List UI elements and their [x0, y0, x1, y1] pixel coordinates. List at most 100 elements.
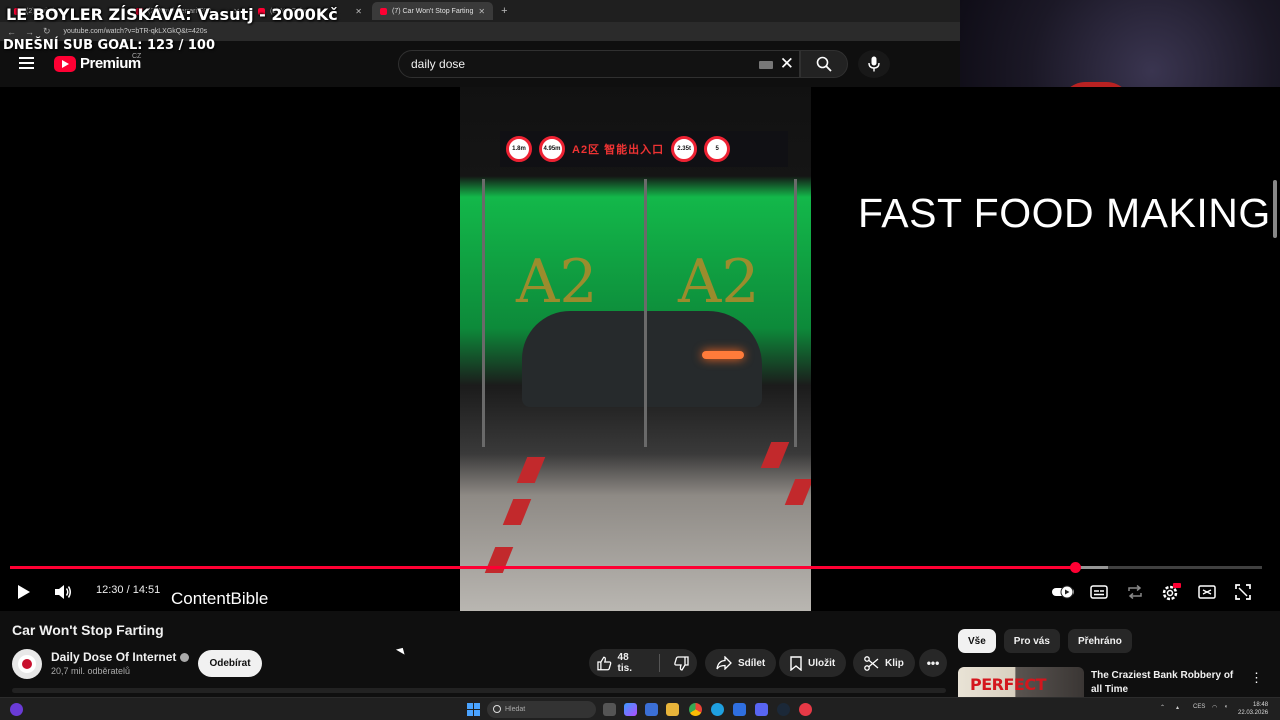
- video-frame: 1.8m 4.95m A2区 智能出入口 2.35t 5 A2 A2: [460, 87, 811, 611]
- theater-mode-button[interactable]: [1194, 581, 1220, 603]
- subscribe-button[interactable]: Odebírat: [198, 650, 262, 677]
- store-icon[interactable]: [645, 703, 658, 716]
- country-code: CZ: [132, 53, 142, 60]
- chip-all[interactable]: Vše: [958, 629, 996, 653]
- microphone-icon: [868, 56, 880, 72]
- search-button[interactable]: [800, 50, 848, 78]
- zone-label: A2: [678, 247, 760, 317]
- video-watermark: ContentBible: [171, 589, 269, 608]
- file-explorer-icon[interactable]: [666, 703, 679, 716]
- parking-sign: 1.8m 4.95m A2区 智能出入口 2.35t 5: [500, 131, 788, 167]
- like-count: 48 tis.: [617, 652, 632, 674]
- more-actions-button[interactable]: •••: [919, 649, 947, 677]
- stream-overlay-text: FAST FOOD MAKING: [858, 190, 1271, 236]
- fullscreen-icon: [1235, 584, 1251, 600]
- scissors-icon: [864, 655, 879, 671]
- chrome-icon[interactable]: [689, 703, 702, 716]
- loop-icon: [1128, 585, 1142, 599]
- share-button[interactable]: Sdílet: [705, 649, 777, 677]
- task-view-icon[interactable]: [603, 703, 616, 716]
- play-button[interactable]: [11, 581, 37, 603]
- mouse-cursor: [395, 645, 408, 655]
- close-tab-icon[interactable]: ✕: [478, 7, 485, 16]
- play-icon: [18, 585, 30, 599]
- taskbar-search[interactable]: Hledat: [487, 701, 596, 718]
- system-clock[interactable]: 18:48 22.03.2026: [1238, 701, 1268, 717]
- app-icon[interactable]: [733, 703, 746, 716]
- discord-icon[interactable]: [755, 703, 768, 716]
- autoplay-toggle[interactable]: [1049, 581, 1077, 603]
- gear-icon: [1162, 583, 1181, 601]
- tray-overflow-icon[interactable]: ⌃: [1160, 704, 1165, 711]
- thumbs-up-icon: [597, 656, 612, 670]
- youtube-logo[interactable]: Premium: [54, 55, 141, 72]
- taskbar: Hledat ⌃ ▴ CES ◠ ◖ 18:48 22.03.2026: [0, 697, 1280, 720]
- copilot-icon[interactable]: [624, 703, 637, 716]
- start-icon[interactable]: [467, 703, 480, 716]
- media-app-icon[interactable]: [799, 703, 812, 716]
- time-display: 12:30 / 14:51: [96, 584, 161, 596]
- search-input[interactable]: daily dose ✕: [398, 50, 800, 78]
- chip-watched[interactable]: Přehráno: [1067, 629, 1132, 653]
- youtube-play-icon: [54, 55, 76, 72]
- screen: (2) Twitch ✕ (2) Nový Ferrari F80 ✕ (2) Yo…: [0, 0, 1280, 720]
- page-scrollbar[interactable]: [1273, 180, 1277, 238]
- wifi-icon[interactable]: ◠: [1212, 704, 1217, 711]
- url-field[interactable]: youtube.com/watch?v=bTR-qkLXGkQ&t=420s: [64, 28, 208, 35]
- network-icon[interactable]: ▴: [1176, 704, 1179, 711]
- verified-icon: [180, 652, 190, 662]
- search-icon: [816, 56, 832, 72]
- subtitles-button[interactable]: [1086, 581, 1112, 603]
- channel-avatar[interactable]: [12, 649, 42, 679]
- steam-icon[interactable]: [777, 703, 790, 716]
- played-bar: [10, 566, 1076, 569]
- subscriber-count: 20,7 mil. odběratelů: [51, 666, 131, 676]
- voice-search-button[interactable]: [858, 50, 890, 78]
- subtitles-icon: [1090, 585, 1108, 599]
- forward-icon[interactable]: →: [25, 27, 34, 37]
- new-tab-icon[interactable]: +: [495, 5, 513, 17]
- stream-sub-goal: DNEŠNÍ SUB GOAL: 123 / 100: [3, 38, 216, 53]
- volume-button[interactable]: [50, 581, 76, 603]
- edge-icon[interactable]: [711, 703, 724, 716]
- settings-button[interactable]: [1158, 581, 1184, 603]
- loop-button[interactable]: [1122, 581, 1148, 603]
- car-image: [522, 311, 762, 407]
- chip-for-you[interactable]: Pro vás: [1003, 629, 1060, 653]
- channel-name[interactable]: Daily Dose Of Internet: [51, 650, 190, 664]
- clip-button[interactable]: Klip: [853, 649, 915, 677]
- video-player[interactable]: 1.8m 4.95m A2区 智能出入口 2.35t 5 A2 A2 FAST …: [0, 87, 1280, 611]
- recommendation-menu-icon[interactable]: ⋮: [1250, 670, 1263, 686]
- close-tab-icon[interactable]: ✕: [355, 7, 362, 16]
- search-value: daily dose: [411, 57, 466, 71]
- like-button[interactable]: 48 tis.: [589, 649, 653, 677]
- notification-app-icon[interactable]: [10, 703, 23, 716]
- horizontal-scrollbar[interactable]: [12, 688, 946, 693]
- menu-icon[interactable]: [19, 57, 34, 69]
- save-button[interactable]: Uložit: [779, 649, 847, 677]
- recommendation-title[interactable]: The Craziest Bank Robbery of all Time: [1091, 669, 1241, 697]
- theater-mode-icon: [1198, 585, 1216, 599]
- youtube-favicon-icon: [380, 7, 387, 15]
- bookmark-icon: [790, 655, 802, 671]
- reload-icon[interactable]: ↻: [43, 26, 51, 37]
- clear-search-icon[interactable]: ✕: [780, 54, 794, 74]
- back-icon[interactable]: ←: [7, 27, 16, 37]
- dislike-button[interactable]: [666, 649, 697, 677]
- filter-chips: Vše Pro vás Přehráno: [958, 629, 1132, 653]
- zone-label: A2: [516, 247, 598, 317]
- fullscreen-button[interactable]: [1230, 581, 1256, 603]
- autoplay-toggle-icon: [1052, 585, 1074, 599]
- recommendation-thumbnail[interactable]: PERFECT: [958, 667, 1084, 697]
- share-icon: [716, 656, 732, 670]
- like-dislike-group: 48 tis.: [589, 649, 697, 677]
- volume-tray-icon[interactable]: ◖: [1224, 704, 1228, 710]
- browser-tab-active[interactable]: (7) Car Won't Stop Farting ✕: [372, 2, 494, 20]
- scrubber-handle[interactable]: [1070, 562, 1082, 573]
- volume-icon: [55, 585, 71, 599]
- video-title: Car Won't Stop Farting: [12, 622, 164, 638]
- progress-bar[interactable]: [10, 562, 1262, 573]
- language-indicator[interactable]: CES: [1193, 704, 1205, 710]
- keyboard-icon[interactable]: [759, 61, 773, 69]
- more-icon: •••: [926, 656, 940, 670]
